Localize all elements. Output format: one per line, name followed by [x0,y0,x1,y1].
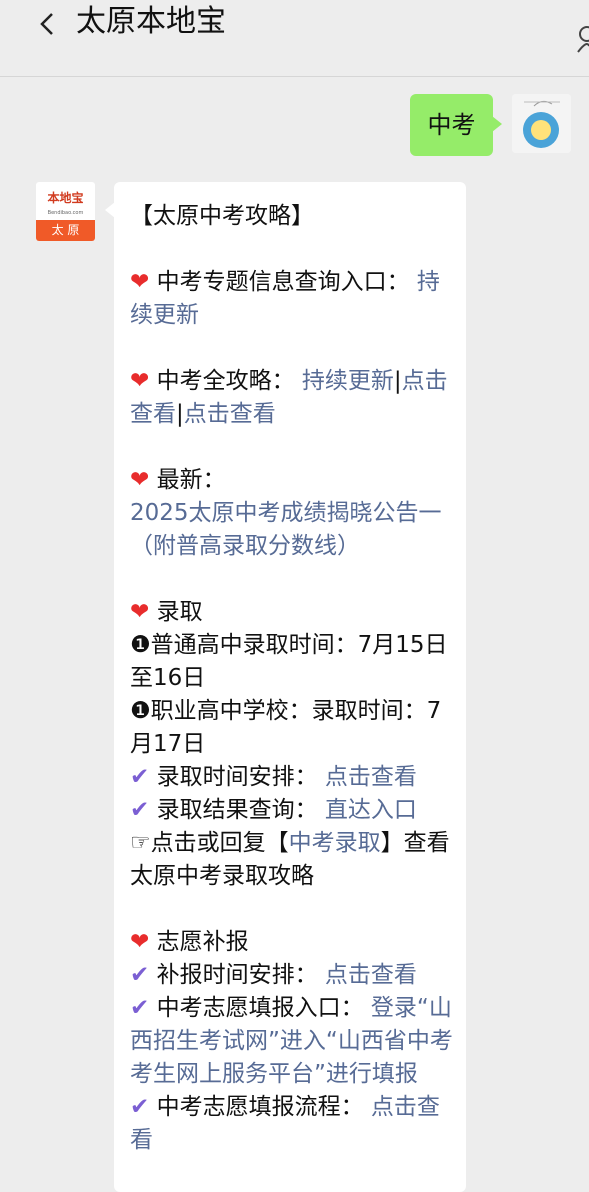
hint-text: ☞点击或回复【 [130,830,289,856]
heart-icon: ❤ [130,368,150,394]
admission-keyword-link[interactable]: 中考录取 [289,830,381,856]
check-icon: ✔ [130,995,150,1021]
check-icon: ✔ [130,797,150,823]
section-label: 中考专题信息查询入口： [156,269,410,295]
click-to-view-link[interactable]: 点击查看 [325,764,417,790]
sent-message-bubble[interactable]: 中考 [410,94,502,156]
admission-schedule-row: ✔ 录取时间安排： 点击查看 [130,761,460,794]
avatar-illustration [512,94,571,153]
reply-message-card: 【太原中考攻略】 ❤ 中考专题信息查询入口： 持续更新 ❤ 中考全攻略： 持续更… [105,182,466,1192]
admission-result-row: ✔ 录取结果查询： 直达入口 [130,794,460,827]
logo-city-band: 太 原 [36,220,95,241]
item-label: 录取时间安排： [156,764,318,790]
click-to-view-link[interactable]: 点击查看 [325,962,417,988]
section-label: 中考全攻略： [156,368,295,394]
item-label: 补报时间安排： [156,962,318,988]
application-process-row: ✔ 中考志愿填报流程： 点击查看 [130,1091,460,1157]
chevron-left-icon[interactable] [34,8,62,40]
admission-time-general: ❶普通高中录取时间：7月15日至16日 [130,632,448,691]
top-bar: 太原本地宝 [0,0,589,77]
separator: | [393,368,402,394]
section-full-guide: ❤ 中考全攻略： 持续更新|点击查看|点击查看 [130,365,460,431]
reply-title: 【太原中考攻略】 [130,203,314,229]
chat-title: 太原本地宝 [76,4,226,39]
section-topic-entry: ❤ 中考专题信息查询入口： 持续更新 [130,266,460,332]
heart-icon: ❤ [130,467,150,493]
direct-entry-link[interactable]: 直达入口 [325,797,417,823]
continuous-update-link[interactable]: 持续更新 [302,368,394,394]
section-label: 志愿补报 [156,929,249,955]
item-label: 录取结果查询： [156,797,318,823]
admission-time-vocational: ❶职业高中学校：录取时间：7月17日 [130,698,442,757]
application-entry-row: ✔ 中考志愿填报入口： 登录“山西招生考试网”进入“山西省中考考生网上服务平台”… [130,992,460,1091]
section-label: 最新： [156,467,226,493]
official-account-avatar[interactable]: 本地宝 Bendibao.com 太 原 [36,182,95,241]
results-announcement-link[interactable]: 2025太原中考成绩揭晓公告一（附普高录取分数线） [130,500,442,559]
heart-icon: ❤ [130,269,150,295]
reply-content: 【太原中考攻略】 ❤ 中考专题信息查询入口： 持续更新 ❤ 中考全攻略： 持续更… [130,200,460,1157]
admission-hint: ☞点击或回复【中考录取】查看太原中考录取攻略 [130,827,460,893]
section-admission: ❤ 录取 [130,596,460,629]
section-label: 录取 [156,599,203,625]
item-label: 中考志愿填报流程： [156,1094,364,1120]
check-icon: ✔ [130,962,150,988]
logo-subtext: Bendibao.com [47,210,84,216]
heart-icon: ❤ [130,599,150,625]
user-avatar[interactable] [512,94,571,153]
click-to-view-link[interactable]: 点击查看 [184,401,276,427]
check-icon: ✔ [130,764,150,790]
section-supplementary-application: ❤ 志愿补报 [130,926,460,959]
check-icon: ✔ [130,1094,150,1120]
section-latest: ❤ 最新： 2025太原中考成绩揭晓公告一（附普高录取分数线） [130,464,460,563]
supplementary-schedule-row: ✔ 补报时间安排： 点击查看 [130,959,460,992]
heart-icon: ❤ [130,929,150,955]
person-icon[interactable] [575,18,589,54]
separator: | [176,401,184,427]
item-label: 中考志愿填报入口： [156,995,364,1021]
